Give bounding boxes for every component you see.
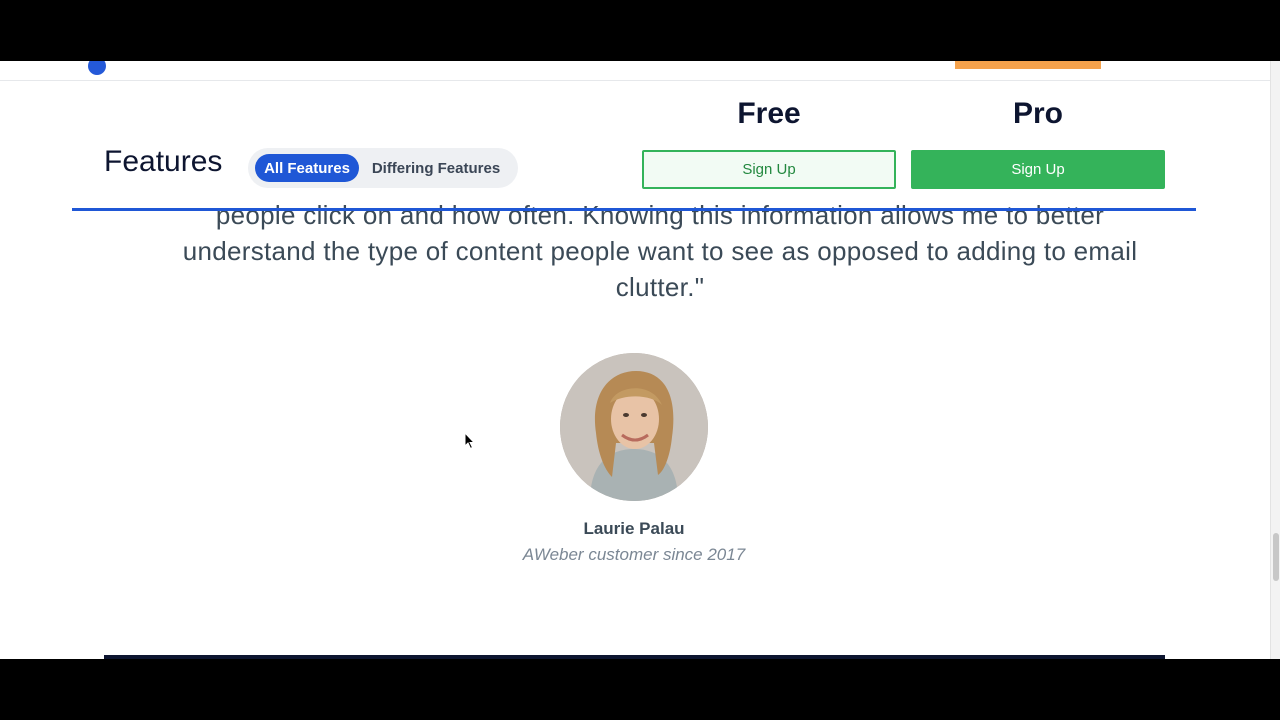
browser-viewport: Features All Features Differing Features…: [0, 61, 1280, 659]
differing-features-button[interactable]: Differing Features: [364, 154, 508, 182]
page-scrollbar[interactable]: [1270, 61, 1280, 659]
customer-avatar: [560, 353, 708, 501]
top-nav: [0, 61, 1270, 81]
free-sign-up-button[interactable]: Sign Up: [642, 150, 896, 189]
plan-name-pro: Pro: [1012, 97, 1063, 130]
aweber-logo-icon: [88, 61, 106, 75]
pro-sign-up-button[interactable]: Sign Up: [911, 150, 1165, 189]
plan-name-free: Free: [737, 97, 801, 130]
video-letterbox-top: [0, 0, 1280, 61]
mouse-cursor-icon: [464, 432, 476, 450]
all-features-button[interactable]: All Features: [255, 154, 359, 182]
testimonial-quote: people click on and how often. Knowing t…: [182, 200, 1138, 302]
header-divider: [72, 208, 1196, 211]
feature-filter-toggle: All Features Differing Features: [248, 148, 518, 188]
scrollbar-thumb[interactable]: [1273, 533, 1279, 581]
plan-comparison-header: Features All Features Differing Features…: [72, 81, 1196, 211]
video-letterbox-bottom: [0, 659, 1280, 720]
aweber-logo[interactable]: [88, 61, 106, 75]
customer-since: AWeber customer since 2017: [522, 545, 746, 564]
features-heading: Features: [104, 145, 223, 178]
nav-cta-button[interactable]: [955, 61, 1101, 69]
customer-name: Laurie Palau: [583, 519, 685, 538]
